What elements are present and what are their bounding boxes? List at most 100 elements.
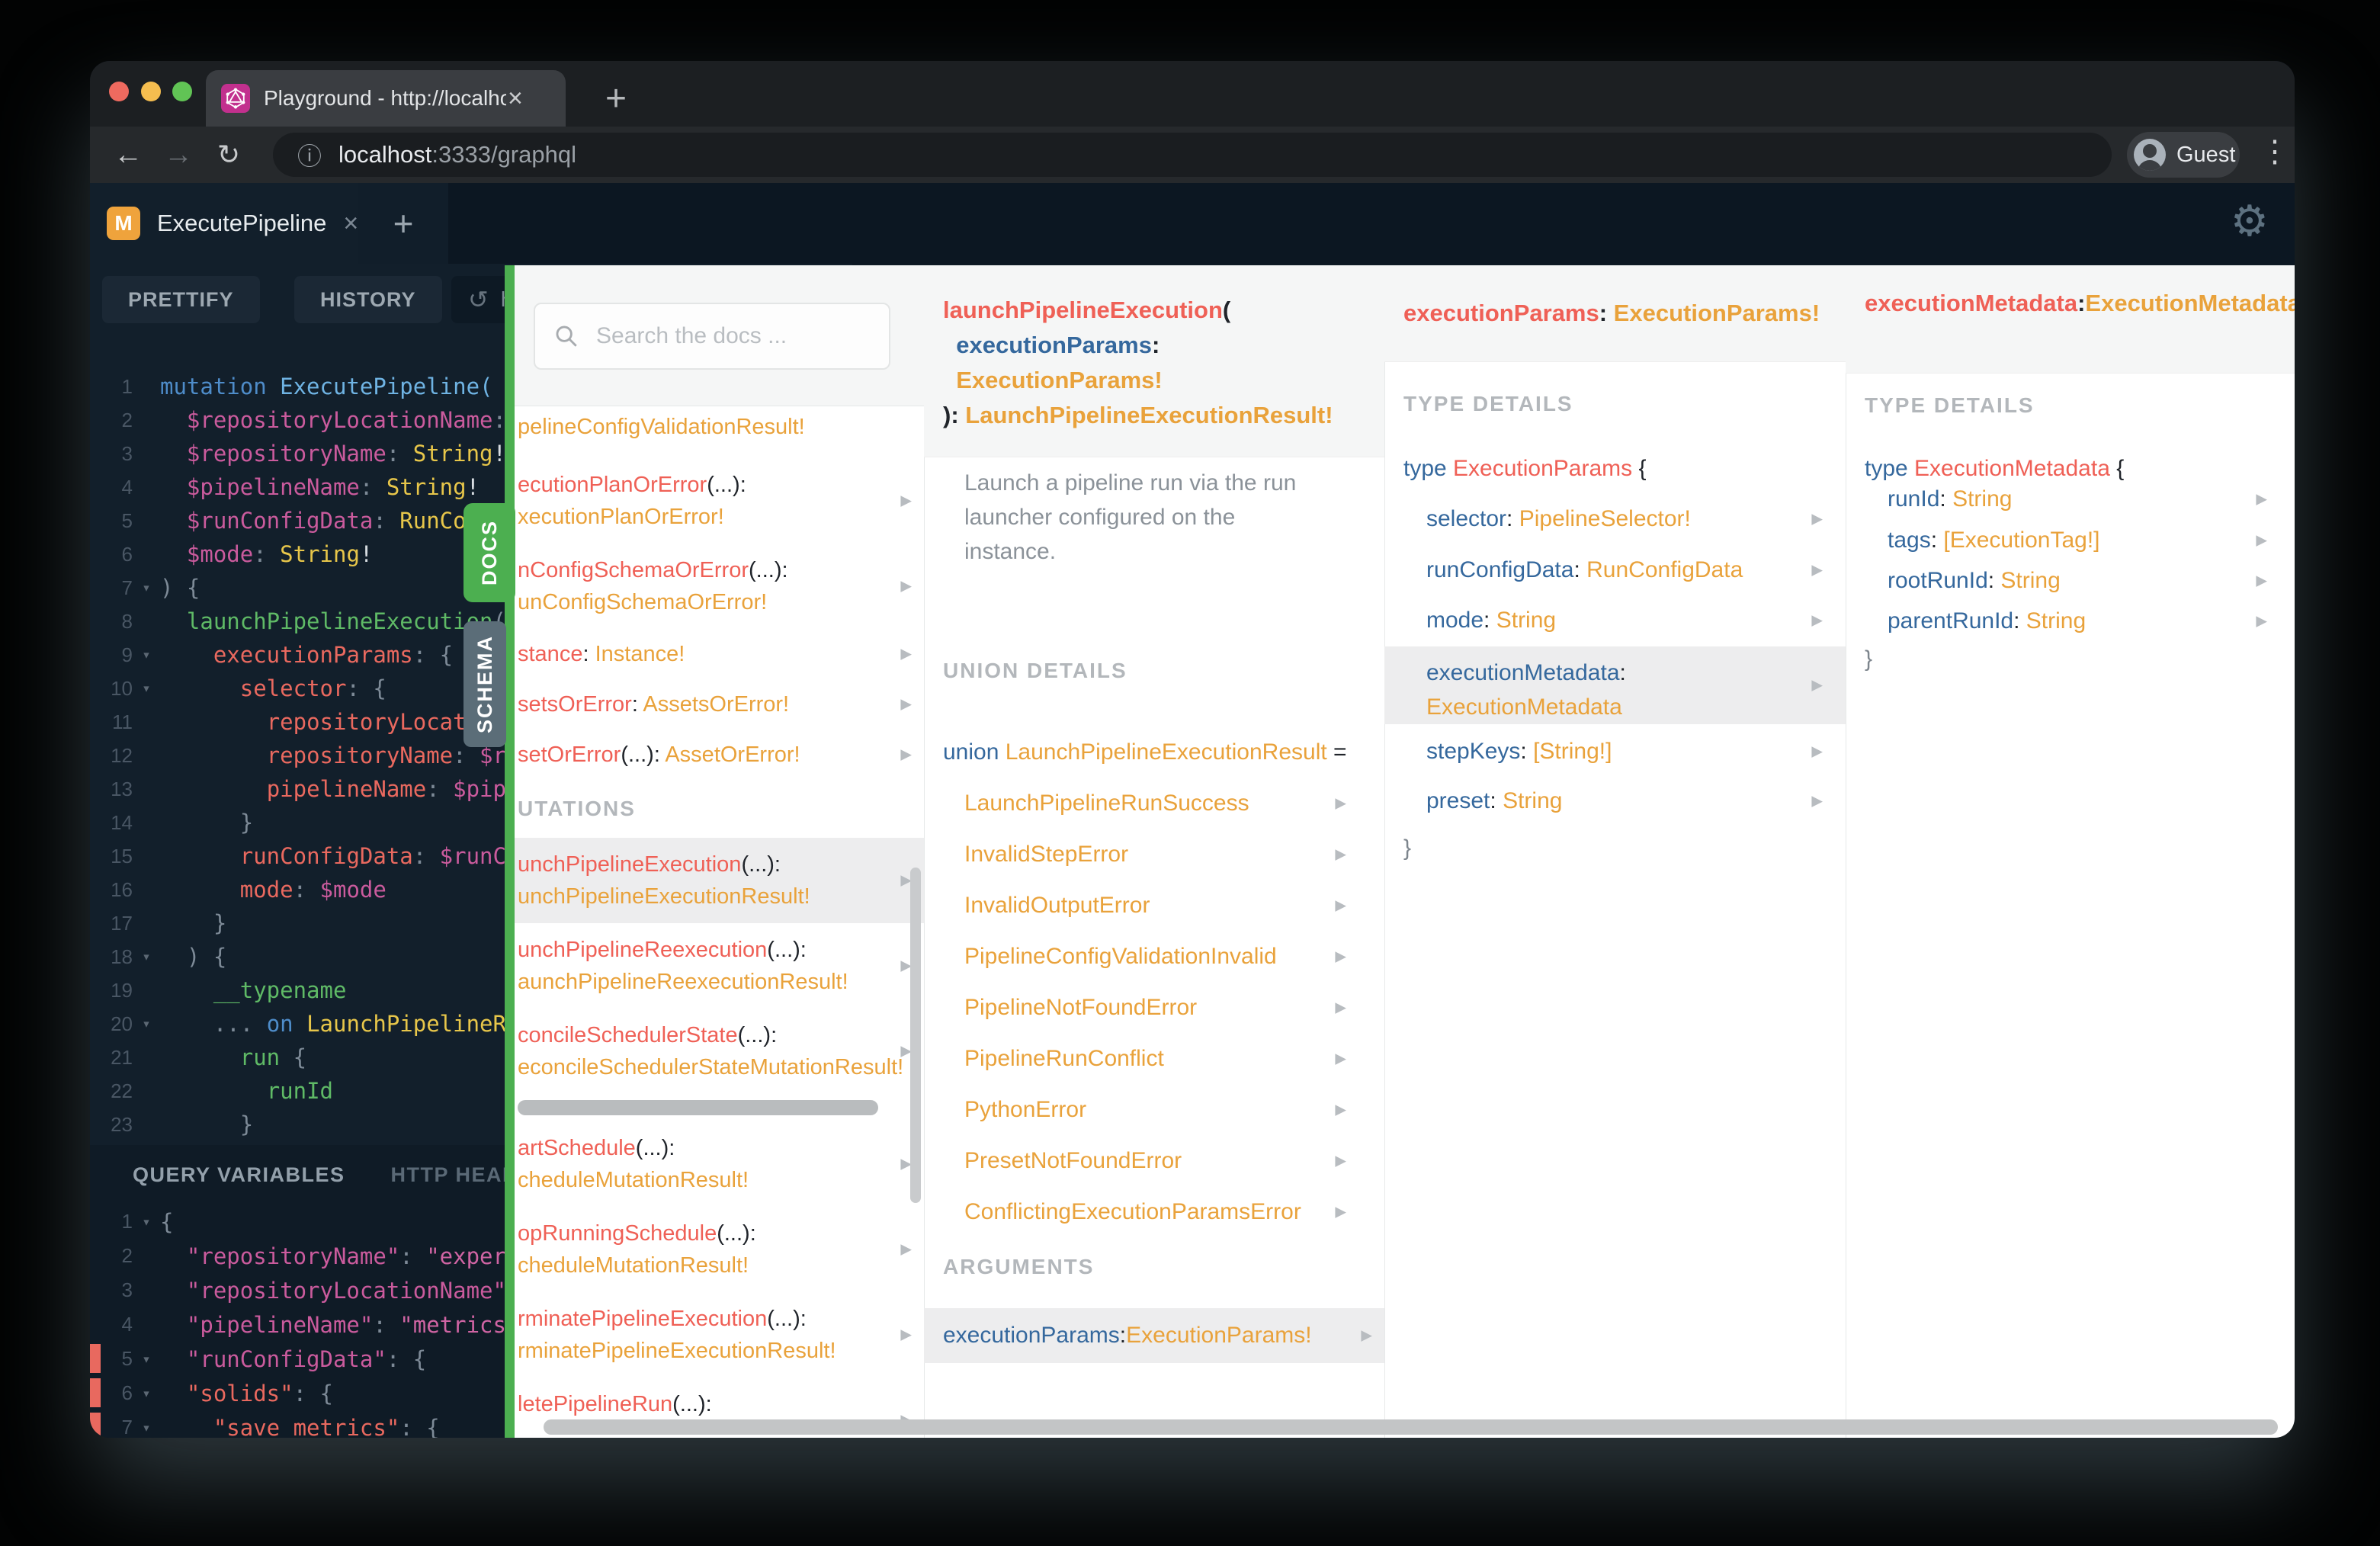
text-segment <box>160 1078 267 1104</box>
type-field-row[interactable]: rootRunId: String ▶ <box>1846 566 2295 595</box>
chevron-right-icon: ▶ <box>1811 743 1823 760</box>
fold-arrow-icon[interactable]: ▾ <box>133 646 160 663</box>
profile-button[interactable]: Guest <box>2127 132 2240 178</box>
signature-line: executionParams: <box>943 328 1384 363</box>
text-segment: : <box>399 1243 427 1269</box>
doc-field-item[interactable]: setsOrError: AssetsOrError! ▶ <box>515 679 924 730</box>
text-segment: : <box>253 541 281 567</box>
doc-field-item[interactable]: nConfigSchemaOrError(...): unConfigSchema… <box>515 544 924 629</box>
schema-drawer-tab[interactable]: SCHEMA <box>463 621 506 747</box>
endpoint-reload-icon[interactable]: ↺ <box>468 285 489 314</box>
fold-arrow-icon[interactable]: ▾ <box>133 1351 160 1368</box>
union-member-row[interactable]: PipelineRunConflict ▶ <box>924 1033 1384 1084</box>
fields-horizontal-scrollbar[interactable] <box>518 1100 878 1115</box>
argument-colon: : <box>1119 1323 1127 1348</box>
docs-search-box[interactable] <box>534 303 890 370</box>
prettify-button[interactable]: PRETTIFY <box>102 276 260 323</box>
line-number: 6 <box>121 542 133 566</box>
browser-new-tab-button[interactable]: + <box>584 70 648 127</box>
text-segment: repositoryName <box>266 743 454 768</box>
type-field-row[interactable]: preset: String ▶ <box>1384 787 1846 816</box>
union-member-row[interactable]: ConflictingExecutionParamsError ▶ <box>924 1186 1384 1237</box>
chevron-right-icon: ▶ <box>900 578 912 595</box>
union-member-row[interactable]: InvalidStepError ▶ <box>924 829 1384 880</box>
new-session-tab-button[interactable]: + <box>358 183 448 264</box>
fields-vertical-scrollbar[interactable] <box>910 868 921 1203</box>
fold-arrow-icon[interactable]: ▾ <box>133 579 160 596</box>
close-window-button[interactable] <box>109 82 129 101</box>
fold-arrow-icon[interactable]: ▾ <box>133 1214 160 1230</box>
text-segment: setsOrError <box>518 692 632 717</box>
session-tab-close-icon[interactable]: × <box>343 209 358 239</box>
browser-tab[interactable]: Playground - http://localhost:3 × <box>206 70 566 127</box>
union-member-row[interactable]: PythonError ▶ <box>924 1084 1384 1135</box>
type-field-row[interactable]: executionMetadata: ExecutionMetadata ▶ <box>1384 646 1846 724</box>
field-line-2: econcileSchedulerStateMutationResult! <box>518 1051 924 1083</box>
text-segment: "repositoryLocationName" <box>186 1277 506 1304</box>
history-button[interactable]: HISTORY <box>294 276 442 323</box>
fold-arrow-icon[interactable]: ▾ <box>133 1015 160 1032</box>
docs-drawer-tab[interactable]: DOCS <box>463 503 515 602</box>
browser-tabstrip: Playground - http://localhost:3 × + <box>90 61 2295 127</box>
colon: : <box>1483 608 1496 633</box>
doc-field-item[interactable]: unchPipelineExecution(...): unchPipelineE… <box>515 838 924 923</box>
doc-field-item[interactable]: rminatePipelineExecution(...): rminatePip… <box>515 1292 924 1378</box>
type-field-row[interactable]: tags: [ExecutionTag!] ▶ <box>1846 526 2295 555</box>
field-name: stepKeys <box>1426 739 1521 764</box>
text-segment: xecutionPlanOrError! <box>518 505 724 529</box>
chevron-right-icon: ▶ <box>1361 1327 1372 1344</box>
argument-row[interactable]: executionParams: ExecutionParams! ▶ <box>924 1308 1384 1363</box>
doc-field-item[interactable]: setOrError(...): AssetOrError! ▶ <box>515 730 924 780</box>
fold-arrow-icon[interactable]: ▾ <box>133 680 160 697</box>
fold-arrow-icon[interactable]: ▾ <box>133 948 160 965</box>
union-member-name: LaunchPipelineRunSuccess <box>964 790 1249 816</box>
type-field-row[interactable]: selector: PipelineSelector! ▶ <box>1384 505 1846 534</box>
line-number: 11 <box>112 710 133 733</box>
text-segment <box>160 474 187 500</box>
back-icon[interactable]: ← <box>107 127 149 183</box>
text-segment: (...): <box>767 1307 807 1331</box>
doc-field-item[interactable]: unchPipelineReexecution(...): aunchPipeli… <box>515 923 924 1009</box>
url-host: localhost <box>338 141 432 168</box>
type-field-row[interactable]: mode: String ▶ <box>1384 606 1846 635</box>
union-member-row[interactable]: PipelineNotFoundError ▶ <box>924 982 1384 1033</box>
forward-icon[interactable]: → <box>157 127 200 183</box>
chevron-right-icon: ▶ <box>1811 793 1823 810</box>
url-bar[interactable]: ⓘ localhost:3333/graphql <box>273 133 2112 177</box>
maximize-window-button[interactable] <box>172 82 192 101</box>
doc-field-item[interactable]: opRunningSchedule(...): cheduleMutationRe… <box>515 1207 924 1292</box>
doc-field-item[interactable]: ecutionPlanOrError(...): xecutionPlanOrEr… <box>515 458 924 544</box>
text-segment: : { <box>346 675 387 701</box>
doc-field-item[interactable]: letePipelineRun(...):letePipelineRunResu… <box>515 1378 924 1419</box>
union-member-row[interactable]: PresetNotFoundError ▶ <box>924 1135 1384 1186</box>
line-number: 13 <box>111 777 133 800</box>
session-tab[interactable]: M ExecutePipeline × <box>90 183 358 264</box>
type-field-row[interactable]: stepKeys: [String!] ▶ <box>1384 737 1846 766</box>
fold-arrow-icon[interactable]: ▾ <box>133 1419 160 1436</box>
fold-arrow-icon[interactable]: ▾ <box>133 1385 160 1402</box>
docs-horizontal-scrollbar[interactable] <box>544 1419 2278 1435</box>
tab-query-variables[interactable]: QUERY VARIABLES <box>133 1163 345 1187</box>
doc-field-item[interactable]: stance: Instance! ▶ <box>515 629 924 679</box>
type-field-row[interactable]: runConfigData: RunConfigData ▶ <box>1384 556 1846 585</box>
type-field-row[interactable]: parentRunId: String ▶ <box>1846 607 2295 636</box>
docs-search-input[interactable] <box>595 322 872 350</box>
union-member-row[interactable]: LaunchPipelineRunSuccess ▶ <box>924 778 1384 829</box>
union-member-row[interactable]: PipelineConfigValidationInvalid ▶ <box>924 931 1384 982</box>
minimize-window-button[interactable] <box>141 82 161 101</box>
union-member-row[interactable]: InvalidOutputError ▶ <box>924 880 1384 931</box>
text-segment <box>160 1415 213 1439</box>
doc-field-item[interactable]: artSchedule(...): cheduleMutationResult! ▶ <box>515 1121 924 1207</box>
avatar-icon <box>2134 139 2166 171</box>
text-segment: (...): <box>635 1136 675 1160</box>
type-field-row[interactable]: runId: String ▶ <box>1846 485 2295 514</box>
reload-icon[interactable]: ↻ <box>207 127 250 183</box>
code-text: selector: { <box>160 675 387 701</box>
browser-menu-icon[interactable]: ⋮ <box>2260 134 2290 169</box>
browser-tab-close-icon[interactable]: × <box>508 84 523 114</box>
doc-field-item[interactable]: pelineConfigValidationResult! <box>515 411 924 458</box>
site-info-icon[interactable]: ⓘ <box>297 137 322 172</box>
settings-gear-icon[interactable]: ⚙ <box>2231 197 2269 246</box>
doc-field-item[interactable]: concileSchedulerState(...): econcileSched… <box>515 1009 924 1094</box>
text-segment: setOrError <box>518 743 621 767</box>
